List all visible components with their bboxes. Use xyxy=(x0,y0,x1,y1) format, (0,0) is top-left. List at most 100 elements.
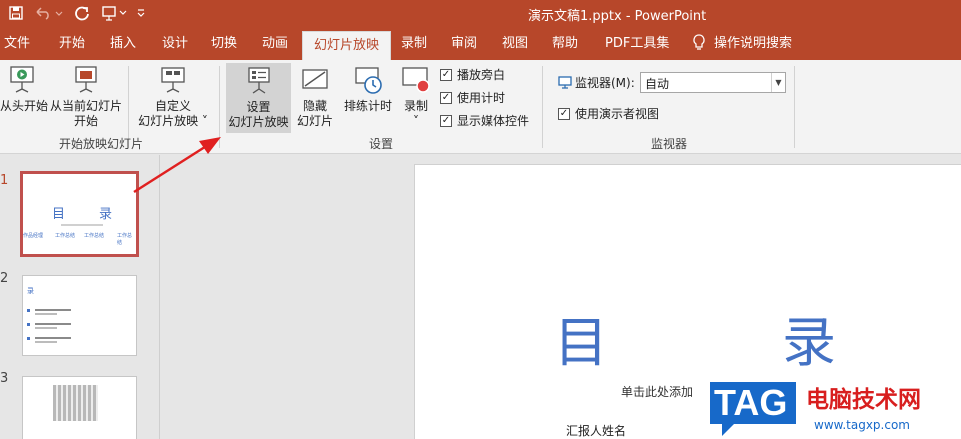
slide-title-left[interactable]: 目 xyxy=(554,313,608,373)
setup-slide-show-icon xyxy=(247,67,270,94)
use-timings-checkbox[interactable]: ✓ 使用计时 xyxy=(440,89,505,106)
monitor-label-row: 监视器(M): xyxy=(558,74,635,91)
tab-record[interactable]: 录制 xyxy=(401,34,427,60)
from-beginning-label: 从头开始 xyxy=(0,99,49,113)
slide-thumbnail-pane: 1 目 录 作品经理 工作总结 工作总结 工作总结 2 录 3 xyxy=(0,155,160,439)
group-divider xyxy=(542,66,543,148)
record-dropdown-arrow[interactable]: ˅ xyxy=(413,114,419,128)
group-divider xyxy=(219,66,220,148)
rehearse-timings-button[interactable]: 排练计时 xyxy=(342,64,394,114)
slide-title-right[interactable]: 录 xyxy=(782,313,836,373)
watermark-tag: TAG xyxy=(714,382,788,423)
record-slide-show-button[interactable]: 录制 ˅ xyxy=(398,64,434,129)
title-bar: 演示文稿1.pptx - PowerPoint xyxy=(0,0,961,28)
slide-reporter-name[interactable]: 汇报人姓名 xyxy=(566,422,626,439)
from-current-slide-icon xyxy=(75,66,97,93)
customize-qat-icon[interactable] xyxy=(134,3,148,23)
slide-subtitle-placeholder[interactable]: 单击此处添加 xyxy=(621,383,693,400)
tab-design[interactable]: 设计 xyxy=(162,34,188,60)
play-narrations-checkbox[interactable]: ✓ 播放旁白 xyxy=(440,66,505,83)
thumb-text-line xyxy=(35,337,71,339)
custom-slide-show-button[interactable]: 自定义 幻灯片放映 ˅ xyxy=(133,64,213,129)
thumb-text-line xyxy=(35,323,71,325)
custom-slide-show-icon xyxy=(161,67,185,93)
slide-thumbnail-3[interactable] xyxy=(22,376,137,439)
thumb-item: 工作总结 xyxy=(117,233,133,246)
thumb-item: 工作总结 xyxy=(84,233,105,239)
tab-animations[interactable]: 动画 xyxy=(262,34,288,60)
show-media-controls-label: 显示媒体控件 xyxy=(457,114,530,128)
slide-number: 1 xyxy=(0,173,9,188)
tab-help[interactable]: 帮助 xyxy=(552,34,578,60)
from-current-label-1: 从当前幻灯片 xyxy=(49,99,122,113)
ribbon-slide-show: 从头开始 从当前幻灯片 开始 自定义 幻灯片放映 ˅ 开始放映幻灯片 设置 幻灯… xyxy=(0,60,961,154)
thumb-item: 工作总结 xyxy=(55,233,76,239)
custom-show-label-2: 幻灯片放映 ˅ xyxy=(138,114,208,128)
checkbox-checked-icon: ✓ xyxy=(440,68,452,81)
monitor-icon xyxy=(558,76,572,89)
checkbox-checked-icon: ✓ xyxy=(558,107,570,120)
presenter-view-label: 使用演示者视图 xyxy=(575,107,660,121)
thumb-item: 作品经理 xyxy=(23,233,44,239)
undo-icon[interactable] xyxy=(32,3,66,23)
record-icon xyxy=(402,67,430,93)
show-media-controls-checkbox[interactable]: ✓ 显示媒体控件 xyxy=(440,112,529,129)
slide-thumbnail-1[interactable]: 目 录 作品经理 工作总结 工作总结 工作总结 xyxy=(20,171,139,257)
setup-label-2: 幻灯片放映 xyxy=(228,115,289,129)
thumb-text-line xyxy=(35,309,71,311)
tab-insert[interactable]: 插入 xyxy=(110,34,136,60)
thumb-bullet xyxy=(27,337,30,340)
hide-slide-icon xyxy=(302,69,328,89)
rehearse-timings-icon xyxy=(355,67,382,94)
custom-show-label-1: 自定义 xyxy=(154,99,191,113)
chevron-down-icon[interactable]: ▼ xyxy=(771,73,785,92)
redo-icon[interactable] xyxy=(72,3,92,23)
thumb-title-left: 目 xyxy=(52,207,66,222)
hide-label-2: 幻灯片 xyxy=(296,114,333,128)
thumb-text-line xyxy=(35,327,57,329)
tab-view[interactable]: 视图 xyxy=(502,34,528,60)
thumb-bullet xyxy=(27,309,30,312)
tell-me-search[interactable]: 操作说明搜索 xyxy=(714,34,792,60)
thumb-text-block xyxy=(53,385,98,421)
thumb-title: 录 xyxy=(27,287,34,295)
record-label: 录制 xyxy=(403,99,428,113)
tab-slide-show[interactable]: 幻灯片放映 xyxy=(302,31,392,60)
watermark-logo: TAG 电脑技术网 www.tagxp.com xyxy=(704,376,961,439)
slide-thumbnail-2[interactable]: 录 xyxy=(22,275,137,356)
monitor-label: 监视器(M): xyxy=(575,76,635,90)
thumb-text-line xyxy=(35,313,57,315)
save-icon[interactable] xyxy=(6,3,26,23)
setup-slide-show-button[interactable]: 设置 幻灯片放映 xyxy=(226,63,291,133)
monitor-select[interactable]: 自动 ▼ xyxy=(640,72,786,93)
tab-home[interactable]: 开始 xyxy=(59,34,85,60)
group-divider xyxy=(794,66,795,148)
group-label-monitors: 监视器 xyxy=(651,137,688,151)
slide-number: 3 xyxy=(0,371,9,386)
watermark-site-name: 电脑技术网 xyxy=(806,387,921,413)
checkbox-checked-icon: ✓ xyxy=(440,114,452,127)
tab-pdf-tools[interactable]: PDF工具集 xyxy=(605,34,669,60)
present-from-start-icon[interactable] xyxy=(100,3,130,23)
watermark-url: www.tagxp.com xyxy=(814,418,910,432)
checkbox-checked-icon: ✓ xyxy=(440,91,452,104)
hide-label-1: 隐藏 xyxy=(302,99,327,113)
group-label-setup: 设置 xyxy=(369,137,394,151)
use-timings-label: 使用计时 xyxy=(457,91,506,105)
window-title: 演示文稿1.pptx - PowerPoint xyxy=(528,9,707,24)
tab-file[interactable]: 文件 xyxy=(4,34,30,60)
thumb-title-right: 录 xyxy=(99,207,113,222)
tab-transitions[interactable]: 切换 xyxy=(211,34,237,60)
presenter-view-checkbox[interactable]: ✓ 使用演示者视图 xyxy=(558,105,659,122)
from-beginning-button[interactable]: 从头开始 xyxy=(0,64,48,114)
rehearse-label: 排练计时 xyxy=(343,99,392,113)
tab-review[interactable]: 审阅 xyxy=(451,34,477,60)
slide-number: 2 xyxy=(0,271,9,286)
from-current-label-2: 开始 xyxy=(73,114,98,128)
thumb-text-line xyxy=(35,341,57,343)
monitor-select-value: 自动 xyxy=(645,77,670,91)
from-current-slide-button[interactable]: 从当前幻灯片 开始 xyxy=(48,64,124,129)
from-beginning-icon xyxy=(10,66,34,93)
hide-slide-button[interactable]: 隐藏 幻灯片 xyxy=(294,64,336,129)
play-narrations-label: 播放旁白 xyxy=(457,68,506,82)
